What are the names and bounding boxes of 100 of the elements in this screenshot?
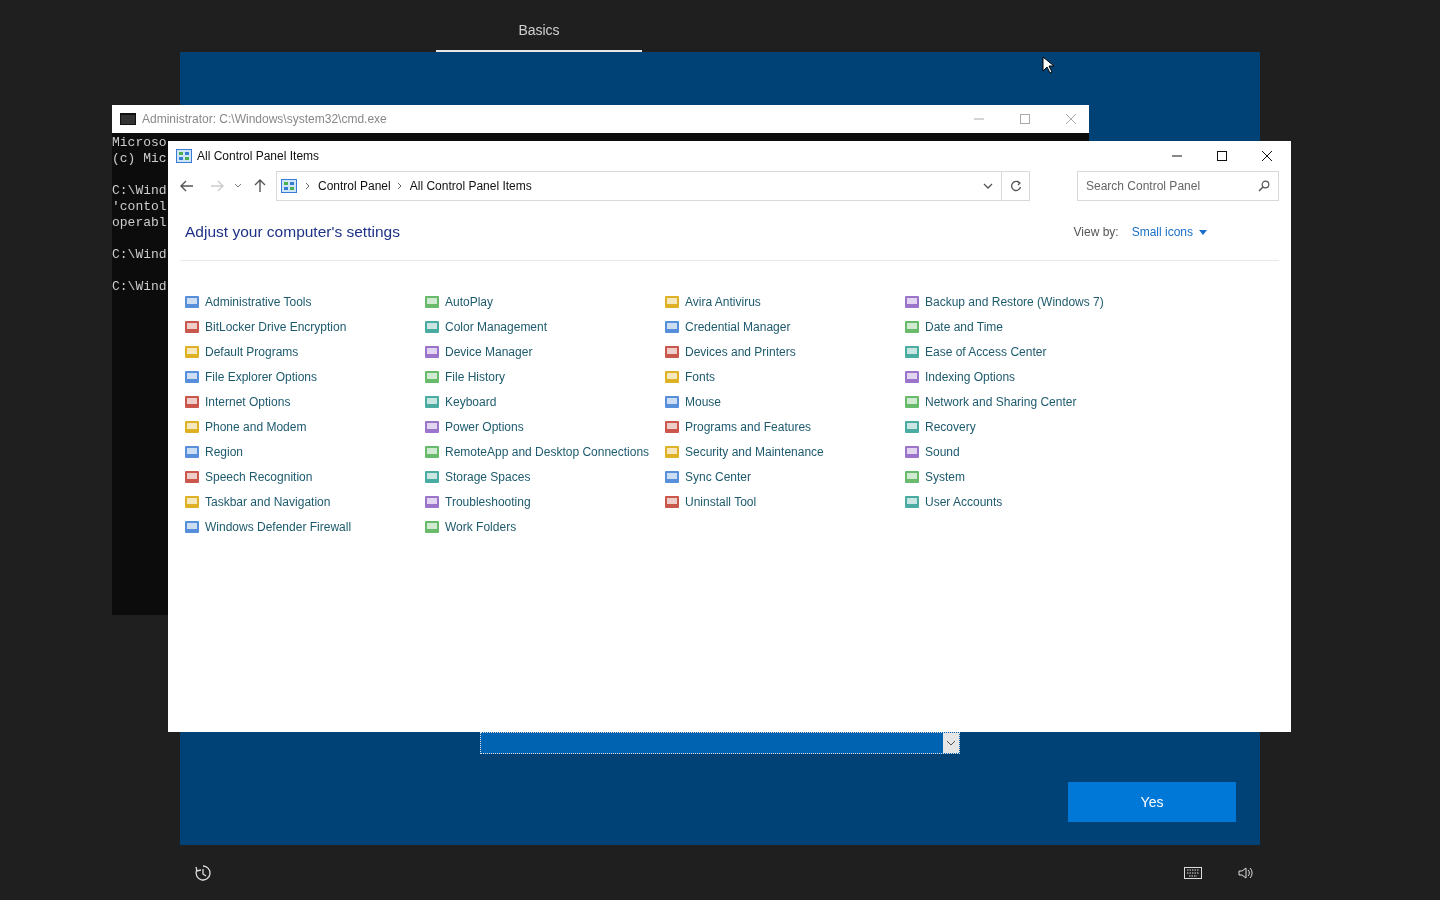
applet-icon — [664, 318, 680, 335]
applet-icon — [184, 418, 200, 435]
applet-icon — [184, 493, 200, 510]
applet-link[interactable]: System — [925, 469, 965, 484]
address-bar[interactable]: Control Panel All Control Panel Items — [276, 171, 1002, 201]
search-icon — [1258, 180, 1270, 192]
console-line: C:\Wind — [112, 279, 167, 295]
applet-icon — [664, 468, 680, 485]
window-title: All Control Panel Items — [197, 148, 320, 163]
applet-link[interactable]: Credential Manager — [685, 319, 791, 334]
close-icon[interactable] — [1261, 149, 1273, 162]
applet-link[interactable]: Programs and Features — [685, 419, 812, 434]
applet-link[interactable]: RemoteApp and Desktop Connections — [445, 444, 650, 459]
applet-link[interactable]: Phone and Modem — [205, 419, 307, 434]
view-by-dropdown[interactable]: Small icons — [1131, 225, 1207, 239]
view-by-label: View by: — [1073, 225, 1119, 239]
applet-link[interactable]: Speech Recognition — [205, 469, 313, 484]
applet-link[interactable]: File History — [445, 369, 505, 384]
applet-link[interactable]: AutoPlay — [445, 294, 494, 309]
applet-link[interactable]: Taskbar and Navigation — [205, 494, 331, 509]
applet-icon — [904, 468, 920, 485]
applet-link[interactable]: Default Programs — [205, 344, 299, 359]
page-heading: Adjust your computer's settings — [185, 223, 400, 241]
applet-link[interactable]: Storage Spaces — [445, 469, 531, 484]
applet-link[interactable]: Ease of Access Center — [925, 344, 1047, 359]
applet-link[interactable]: Indexing Options — [925, 369, 1016, 384]
chevron-down-icon[interactable] — [234, 183, 242, 189]
applet-link[interactable]: Avira Antivirus — [685, 294, 761, 309]
applet-icon — [184, 518, 200, 535]
yes-button[interactable]: Yes — [1068, 782, 1236, 822]
applet-icon — [184, 318, 200, 335]
applet-link[interactable]: Uninstall Tool — [685, 494, 757, 509]
applet-icon — [424, 318, 440, 335]
control-panel-icon — [281, 179, 297, 193]
up-arrow-icon[interactable] — [254, 179, 266, 193]
applet-link[interactable]: Power Options — [445, 419, 524, 434]
applet-link[interactable]: Security and Maintenance — [685, 444, 824, 459]
applet-link[interactable]: File Explorer Options — [205, 369, 318, 384]
applet-icon — [664, 493, 680, 510]
console-line: C:\Wind — [112, 183, 167, 199]
chevron-right-icon — [396, 182, 402, 190]
applet-icon — [184, 293, 200, 310]
applet-link[interactable]: Recovery — [925, 419, 976, 434]
applet-icon — [904, 443, 920, 460]
applet-icon — [904, 393, 920, 410]
applet-icon — [184, 468, 200, 485]
applet-icon — [424, 418, 440, 435]
search-field[interactable]: Search Control Panel — [1077, 171, 1279, 201]
applet-link[interactable]: Color Management — [445, 319, 548, 334]
applet-link[interactable]: Work Folders — [445, 519, 517, 534]
country-dropdown[interactable] — [480, 732, 960, 754]
mouse-pointer-icon — [1042, 56, 1054, 74]
applet-link[interactable]: Mouse — [685, 394, 722, 409]
chevron-down-icon[interactable] — [983, 183, 993, 189]
applet-icon — [184, 393, 200, 410]
breadcrumb-item[interactable]: Control Panel — [318, 179, 391, 193]
applet-link[interactable]: User Accounts — [925, 494, 1003, 509]
console-line: operabl — [112, 215, 167, 231]
volume-icon[interactable] — [1238, 865, 1254, 880]
applet-link[interactable]: Administrative Tools — [205, 294, 312, 309]
applet-link[interactable]: Network and Sharing Center — [925, 394, 1077, 409]
applet-icon — [184, 443, 200, 460]
applet-link[interactable]: Windows Defender Firewall — [205, 519, 352, 534]
chevron-right-icon — [305, 182, 310, 190]
console-line: (c) Mic — [112, 151, 167, 167]
applet-link[interactable]: Date and Time — [925, 319, 1004, 334]
applet-icon — [424, 393, 440, 410]
applet-icon — [664, 343, 680, 360]
applet-link[interactable]: Fonts — [685, 369, 715, 384]
applet-icon — [904, 343, 920, 360]
applet-link[interactable]: Devices and Printers — [685, 344, 796, 359]
keyboard-icon[interactable] — [1184, 866, 1202, 879]
applet-icon — [184, 343, 200, 360]
breadcrumb-item[interactable]: All Control Panel Items — [409, 179, 532, 193]
applet-icon — [904, 418, 920, 435]
applet-link[interactable]: Backup and Restore (Windows 7) — [925, 294, 1104, 309]
applet-link[interactable]: BitLocker Drive Encryption — [205, 319, 347, 334]
applet-link[interactable]: Internet Options — [205, 394, 291, 409]
applet-link[interactable]: Device Manager — [445, 344, 533, 359]
applet-icon — [664, 393, 680, 410]
applet-link[interactable]: Sound — [925, 444, 960, 459]
applet-icon — [424, 493, 440, 510]
applet-link[interactable]: Troubleshooting — [445, 494, 531, 509]
applet-icon — [904, 368, 920, 385]
refresh-icon — [1009, 180, 1022, 192]
refresh-button[interactable] — [1002, 171, 1030, 201]
applet-icon — [904, 493, 920, 510]
applet-icon — [424, 468, 440, 485]
applet-link[interactable]: Region — [205, 444, 244, 459]
maximize-icon[interactable] — [1216, 149, 1228, 162]
applet-icon — [424, 293, 440, 310]
applet-link[interactable]: Keyboard — [445, 394, 497, 409]
applet-icon — [424, 343, 440, 360]
applet-icon — [664, 443, 680, 460]
back-icon[interactable] — [180, 180, 194, 192]
applet-icon — [184, 368, 200, 385]
terminal-icon — [120, 113, 136, 125]
applet-link[interactable]: Sync Center — [685, 469, 752, 484]
applet-icon — [424, 518, 440, 535]
applet-icon — [664, 293, 680, 310]
